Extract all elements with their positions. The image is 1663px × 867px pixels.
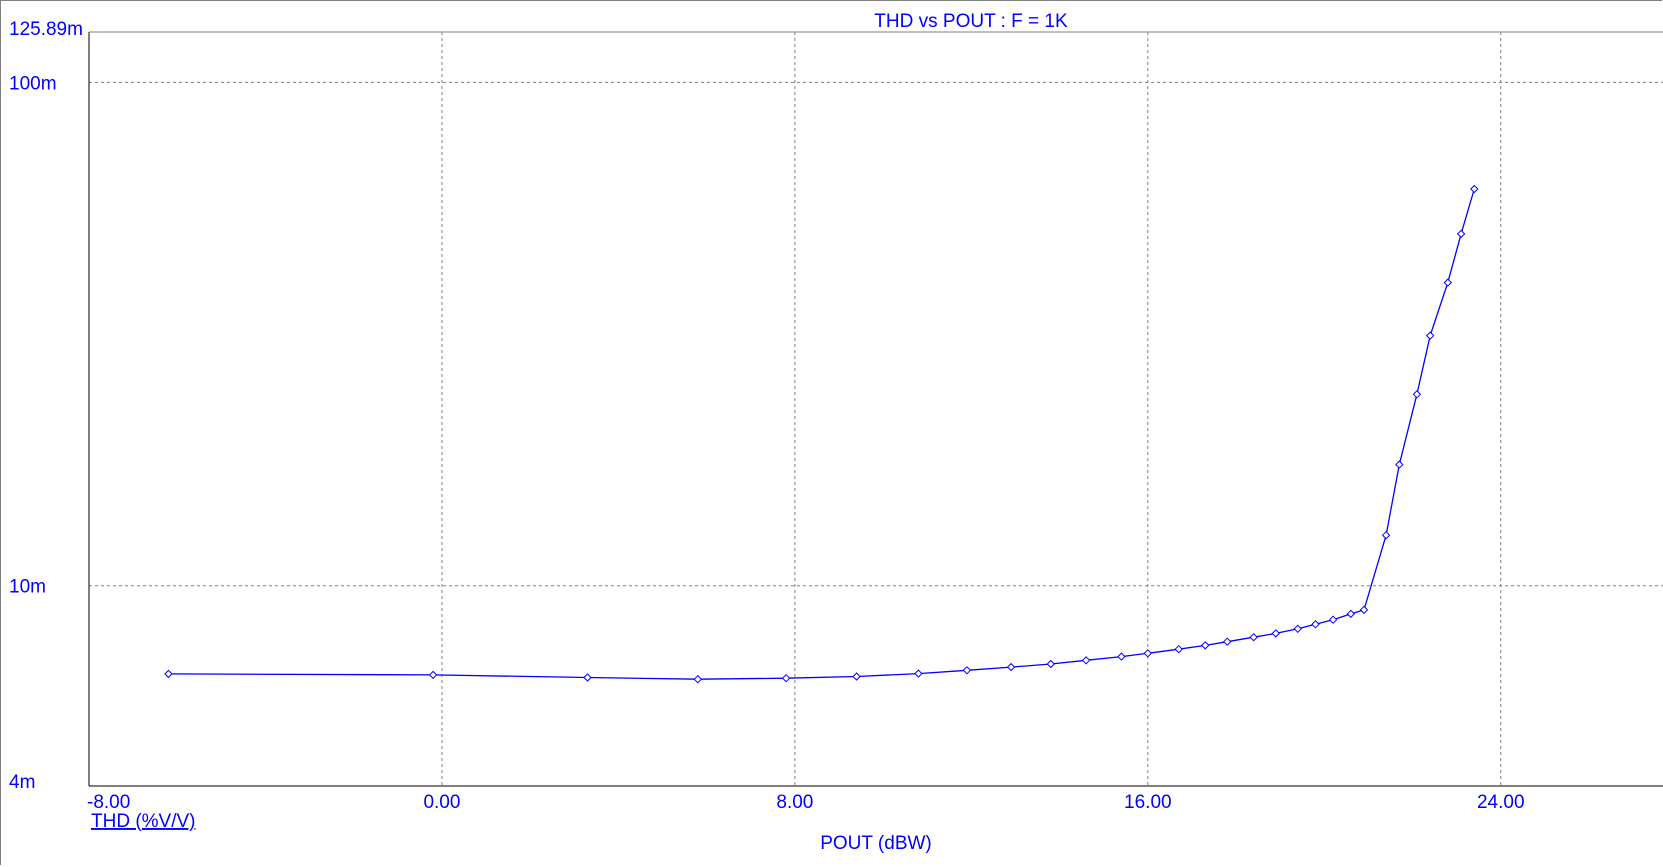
data-point-marker [1470,184,1479,194]
data-point-marker [1249,632,1258,642]
data-point-marker [1311,620,1320,629]
thd-vs-pout-chart: -8.00 0.00 8.00 16.00 24.00125.89m100m10m4m … [9,11,1663,854]
x-tick-label: 8.00 [776,792,813,813]
y-tick-label: 10m [9,577,46,598]
chart-title: THD vs POUT : F = 1K [874,11,1068,32]
y-tick-label: 4m [9,772,35,793]
data-point-marker [1006,662,1016,672]
axes [88,31,1663,787]
y-tick-label: 100m [9,73,57,94]
data-point-marker [781,673,791,683]
data-point-marker [1359,605,1369,615]
data-point-marker [1456,229,1466,239]
data-point-marker [1381,530,1391,540]
data-point-marker [583,673,592,682]
data-point-marker [1081,656,1091,665]
data-point-marker [693,674,703,684]
data-point-marker [1395,460,1404,469]
series-line [168,188,1475,680]
data-point-marker [852,672,861,681]
data-point-marker [1117,652,1126,661]
data-point-marker [1293,624,1303,634]
data-point-marker [428,670,438,680]
data-point-marker [1346,609,1356,619]
chart-frame: -8.00 0.00 8.00 16.00 24.00 125.89m 100m 10m 4m … [0,0,1663,865]
tick-labels: -8.00 0.00 8.00 16.00 24.00 125.89m 100m 10m 4m [9,19,1525,813]
data-point-marker [1328,615,1338,624]
data-point-marker [1443,278,1453,287]
data-point-marker [1174,644,1183,654]
x-tick-label: 0.00 [423,792,460,813]
grid-lines [89,32,1663,786]
data-point-marker [962,666,972,675]
x-axis-label: POUT (dBW) [820,833,932,854]
y-tick-label: 125.89m [9,19,83,40]
data-point-marker [1143,649,1153,658]
x-tick-label: 16.00 [1124,792,1172,813]
data-point-marker [1046,659,1056,669]
data-point-marker [1412,390,1422,399]
x-tick-label: 24.00 [1477,792,1525,813]
data-point-marker [1425,331,1435,340]
data-point-marker [1200,641,1210,650]
series-thd [164,184,1479,684]
y-axis-label-legend[interactable]: THD (%V/V) [91,811,196,832]
data-point-marker [914,669,923,678]
data-point-marker [1222,637,1232,646]
x-tick-label: -8.00 [87,792,130,813]
data-point-marker [164,669,173,679]
data-point-marker [1271,629,1281,638]
